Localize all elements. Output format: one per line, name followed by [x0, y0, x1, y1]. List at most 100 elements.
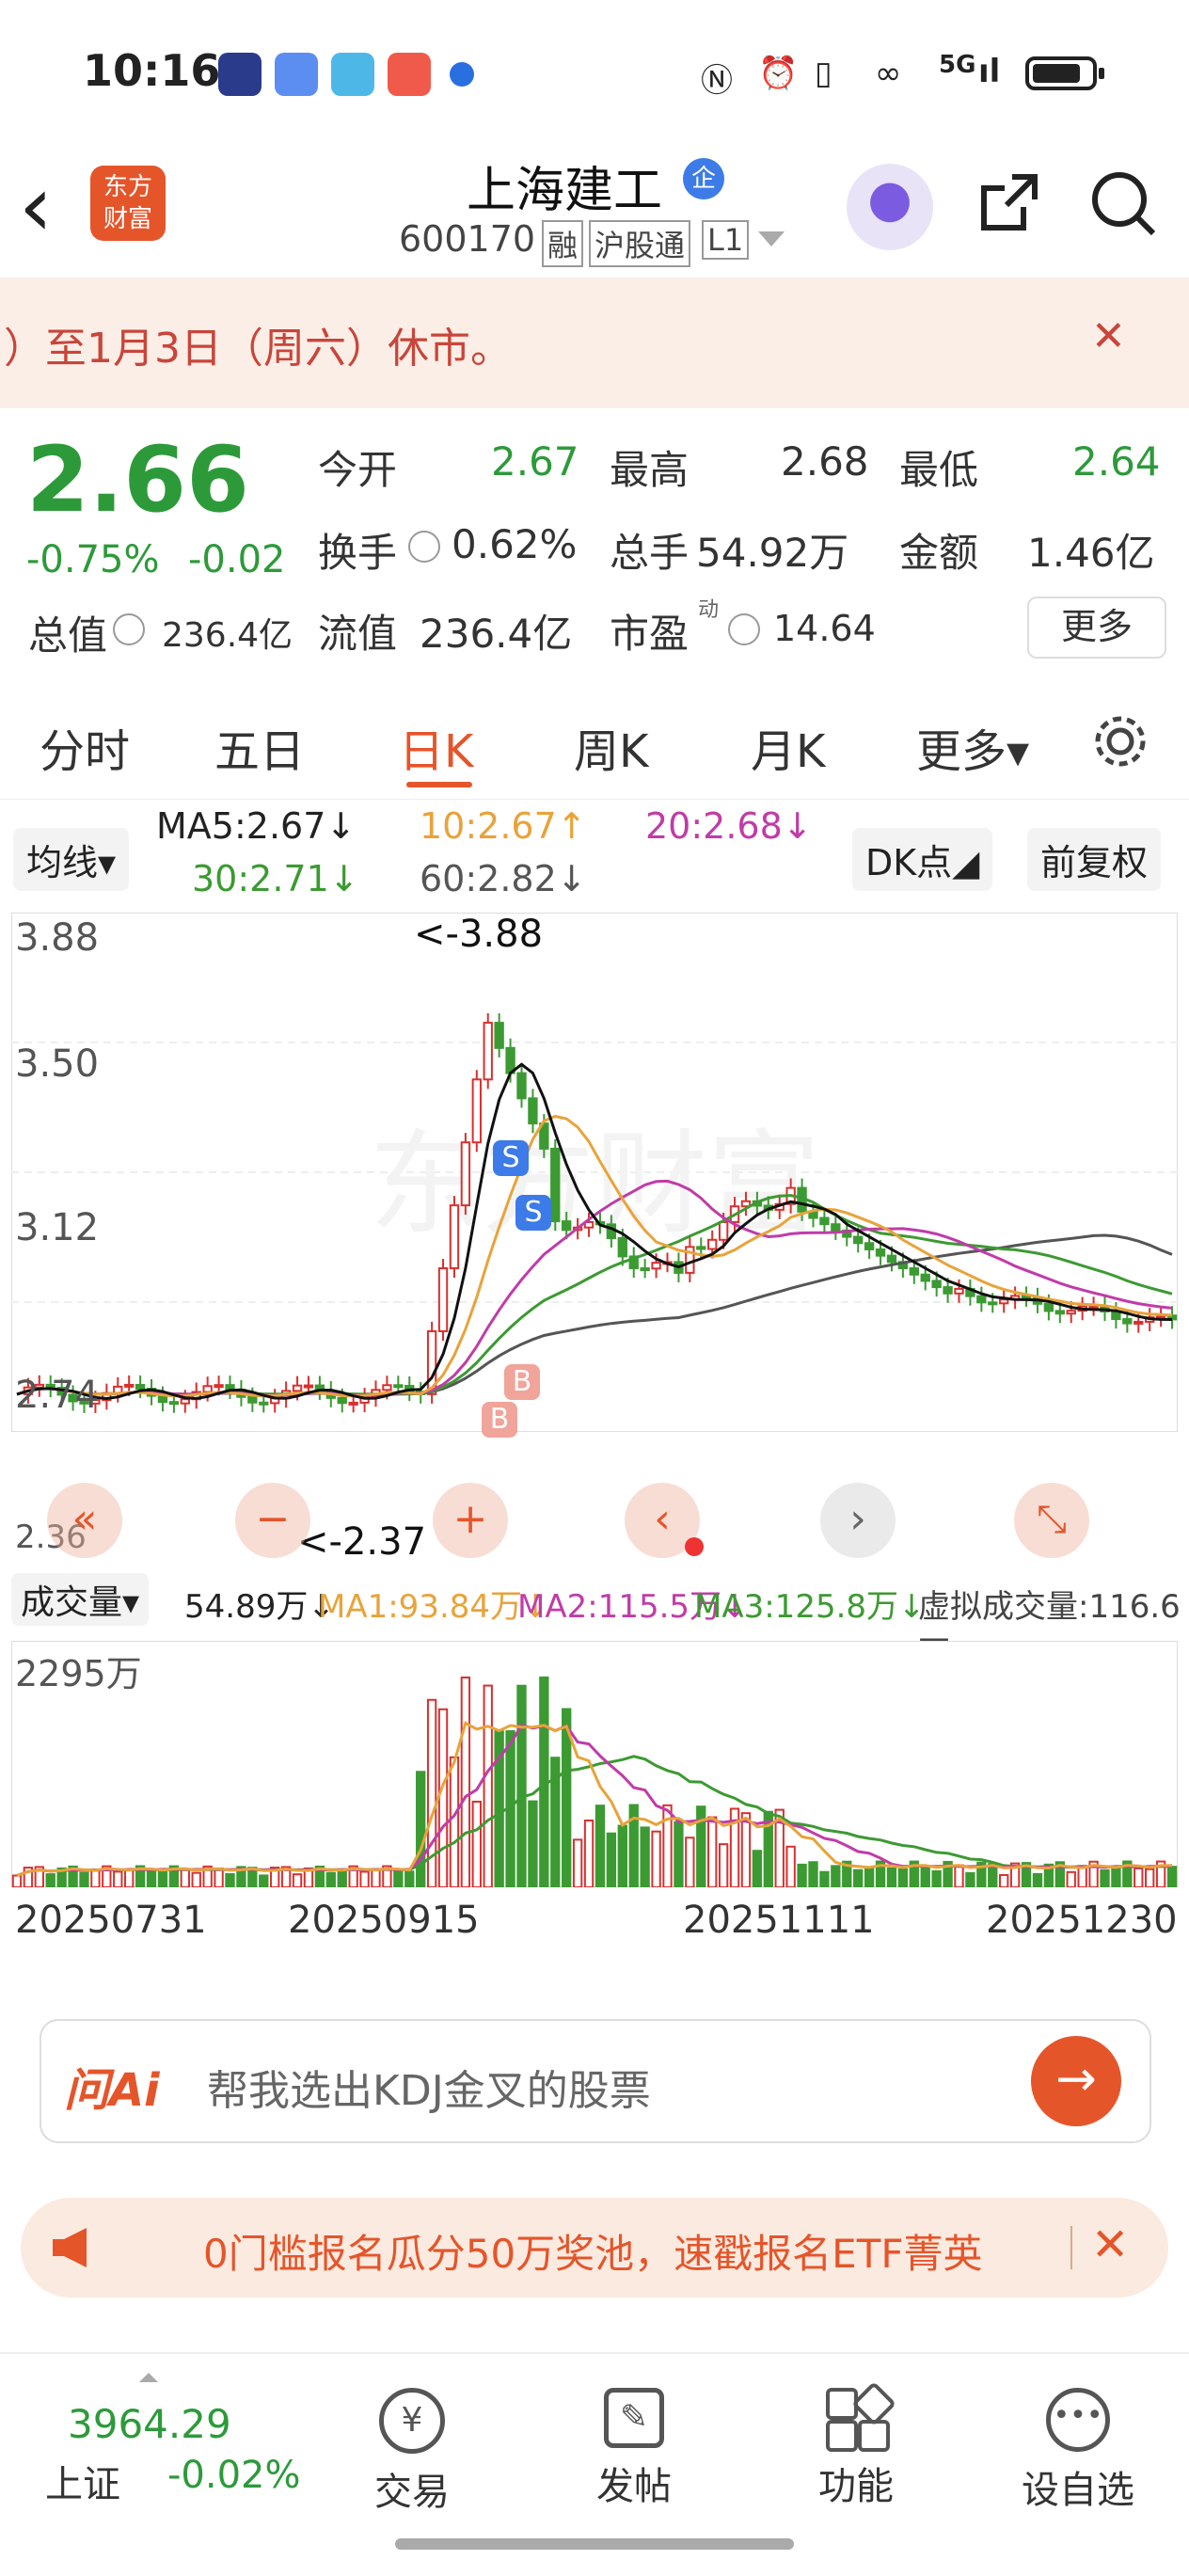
candle-body: [1134, 1320, 1144, 1325]
settings-gear-icon[interactable]: [1089, 710, 1151, 772]
volume-bar: [483, 1684, 493, 1887]
candle-body: [954, 1287, 964, 1295]
eastmoney-logo[interactable]: 东方 财富: [90, 166, 166, 241]
dot-notification-icon: [450, 62, 474, 87]
zoom-out-button[interactable]: −: [235, 1483, 310, 1558]
close-icon[interactable]: ✕: [1091, 312, 1126, 360]
candle-body: [471, 1078, 482, 1144]
y-label-top: 3.88: [15, 916, 100, 960]
volume-bar: [393, 1869, 404, 1887]
volume-bar: [437, 1708, 449, 1887]
ai-search-box[interactable]: 问Ai 帮我选出KDJ金叉的股票 →: [40, 2019, 1151, 2143]
candle-body: [449, 1204, 460, 1270]
search-icon[interactable]: [1087, 167, 1159, 239]
candle-body: [640, 1267, 650, 1272]
tab-five-day[interactable]: 五日: [214, 714, 305, 780]
promo-divider: [1070, 2226, 1072, 2269]
candle-body: [460, 1141, 471, 1207]
info-icon[interactable]: [113, 613, 145, 645]
candle-body: [920, 1273, 930, 1282]
volume-bar: [460, 1677, 471, 1887]
app-notification-icon: [218, 53, 262, 96]
volume-bar: [180, 1868, 190, 1887]
sell-marker[interactable]: S: [515, 1195, 551, 1231]
date-label-3: 20251111: [683, 1899, 875, 1942]
amount-value: 1.46亿: [1027, 530, 1155, 576]
candle-body: [247, 1395, 258, 1404]
volume-bar: [1134, 1867, 1144, 1887]
nav-trade[interactable]: ¥ 交易: [327, 2388, 497, 2516]
quote-panel: 2.66 -0.75% -0.02 总值 236.4亿 今开 2.67 最高 2…: [0, 408, 1189, 699]
nav-trade-label: 交易: [374, 2471, 450, 2514]
volume-selector[interactable]: 成交量▾: [11, 1573, 150, 1626]
more-button[interactable]: 更多: [1027, 596, 1166, 659]
volume-bar: [225, 1873, 235, 1887]
nav-watchlist[interactable]: ••• 设自选: [993, 2388, 1163, 2514]
ai-logo: 问Ai: [64, 2064, 160, 2117]
high-label: 最高: [610, 447, 690, 493]
tag-hk-connect: 沪股通: [589, 220, 691, 267]
low-label: 最低: [899, 447, 979, 493]
back-button[interactable]: ‹: [19, 165, 53, 249]
buy-marker[interactable]: B: [504, 1364, 540, 1400]
dk-point-button[interactable]: DK点◢: [852, 828, 993, 891]
y-label-2: 3.50: [15, 1042, 100, 1086]
volume-bar: [853, 1868, 864, 1887]
tab-daily-k[interactable]: 日K: [399, 714, 473, 780]
tab-intraday[interactable]: 分时: [40, 714, 130, 780]
candle-body: [988, 1301, 998, 1306]
volume-chart[interactable]: [11, 1641, 1178, 1887]
change-value: -0.02: [188, 538, 286, 581]
tab-more[interactable]: 更多▾: [916, 714, 1029, 780]
volume-bar: [572, 1838, 583, 1887]
volume-bar: [113, 1870, 123, 1887]
nav-post-label: 发帖: [596, 2465, 672, 2508]
dropdown-icon[interactable]: [758, 231, 785, 246]
volume-bar: [124, 1869, 135, 1887]
grid-icon: [826, 2380, 897, 2452]
candle-body: [909, 1267, 919, 1276]
more-dots-icon: •••: [1046, 2388, 1110, 2452]
nav-post[interactable]: ✎ 发帖: [549, 2388, 719, 2510]
buy-marker[interactable]: B: [482, 1402, 517, 1438]
kline-chart[interactable]: 东方财富: [11, 913, 1178, 1432]
fullscreen-button[interactable]: ⤡: [1014, 1483, 1089, 1558]
logo-line2: 财富: [103, 205, 152, 233]
candle-body: [1066, 1310, 1076, 1315]
nav-functions[interactable]: 功能: [771, 2380, 941, 2510]
turnover-info-icon[interactable]: [408, 531, 440, 563]
pe-info-icon[interactable]: [728, 613, 760, 645]
zoom-in-button[interactable]: +: [433, 1483, 508, 1558]
candle-body: [259, 1401, 269, 1406]
tab-monthly-k[interactable]: 月K: [751, 714, 825, 780]
candle-body: [1088, 1305, 1099, 1310]
next-button[interactable]: ›: [820, 1483, 896, 1558]
candle-body: [348, 1401, 358, 1406]
volume-bar: [146, 1869, 157, 1887]
market-closure-notice: ）至1月3日（周六）休市。 ✕: [0, 278, 1189, 408]
share-icon[interactable]: [975, 169, 1042, 237]
rewind-button[interactable]: «: [47, 1483, 122, 1558]
sell-marker[interactable]: S: [493, 1140, 529, 1176]
volume-bar: [516, 1684, 527, 1887]
promo-banner[interactable]: 0门槛报名瓜分50万奖池，速戳报名ETF菁英 ✕: [21, 2198, 1168, 2298]
volume-current: 54.89万↓: [184, 1588, 335, 1626]
nav-watchlist-label: 设自选: [1022, 2469, 1134, 2512]
min-price-marker: <-2.37: [297, 1520, 427, 1564]
volume-bar: [416, 1771, 426, 1887]
index-change: -0.02%: [167, 2454, 301, 2497]
tab-weekly-k[interactable]: 周K: [574, 714, 648, 780]
volume-bar: [1032, 1872, 1043, 1887]
volume-bar: [449, 1756, 460, 1887]
yen-refresh-icon: ¥: [379, 2388, 445, 2454]
arrow-right-icon[interactable]: →: [1031, 2036, 1121, 2126]
forward-adjust-button[interactable]: 前复权: [1027, 828, 1162, 891]
promo-close-icon[interactable]: ✕: [1091, 2218, 1129, 2271]
assistant-avatar[interactable]: [847, 164, 933, 250]
logo-line1: 东方: [103, 173, 152, 201]
candle-body: [202, 1385, 213, 1393]
index-ticker[interactable]: 3964.29 上证 -0.02%: [28, 2373, 310, 2514]
ma-selector[interactable]: 均线▾: [13, 828, 130, 891]
candle-body: [550, 1147, 561, 1223]
nfc-icon: Ⓝ: [701, 62, 733, 100]
